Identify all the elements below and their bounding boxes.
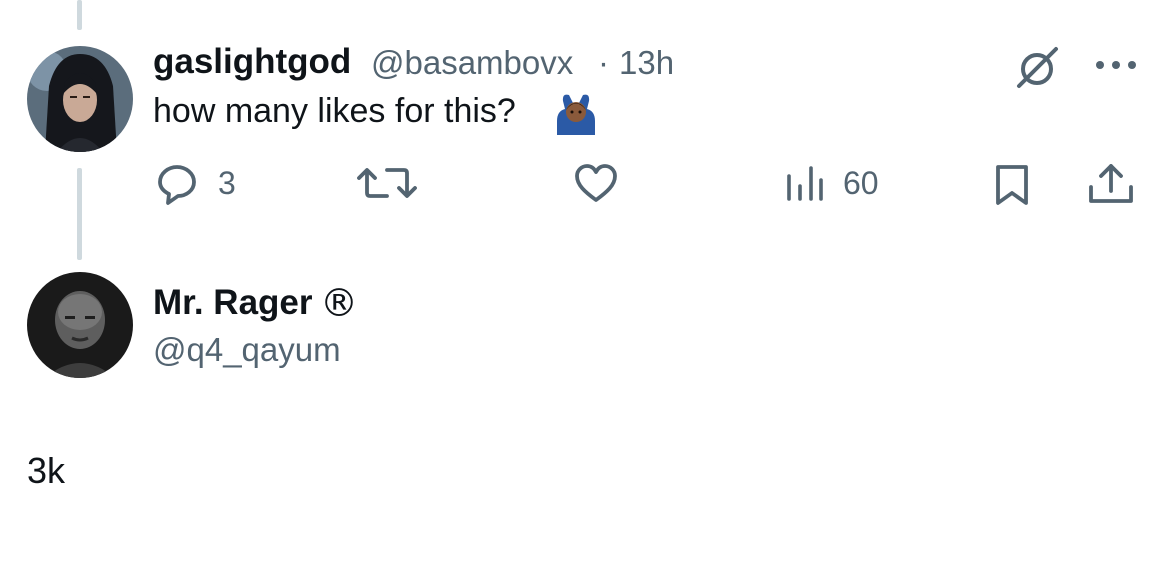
reply-handle[interactable]: @q4_qayum bbox=[153, 331, 341, 369]
tweet-text: how many likes for this? bbox=[153, 92, 516, 130]
bookmark-icon[interactable] bbox=[992, 163, 1032, 207]
reply-text: 3k bbox=[27, 450, 66, 491]
more-options-icon[interactable] bbox=[1093, 58, 1139, 72]
reply-count: 3 bbox=[218, 165, 236, 201]
reply-icon[interactable] bbox=[155, 162, 199, 206]
retweet-icon[interactable] bbox=[357, 163, 417, 203]
registered-badge-icon: ® bbox=[320, 281, 358, 325]
handle[interactable]: @basambovx bbox=[371, 44, 573, 82]
thread-line-middle bbox=[77, 168, 82, 260]
reply-display-name[interactable]: Mr. Rager bbox=[153, 283, 313, 323]
reply-avatar[interactable] bbox=[27, 272, 133, 378]
views-count: 60 bbox=[843, 165, 879, 201]
avatar[interactable] bbox=[27, 46, 133, 152]
timestamp[interactable]: 13h bbox=[619, 44, 674, 82]
display-name[interactable]: gaslightgod bbox=[153, 42, 351, 82]
like-icon[interactable] bbox=[573, 163, 619, 203]
views-icon[interactable] bbox=[785, 164, 825, 202]
separator-dot: · bbox=[598, 44, 609, 81]
thread-line-top bbox=[77, 0, 82, 30]
grok-icon[interactable] bbox=[1014, 44, 1062, 92]
person-gesturing-ok-emoji-icon bbox=[553, 91, 599, 135]
share-icon[interactable] bbox=[1086, 161, 1136, 207]
